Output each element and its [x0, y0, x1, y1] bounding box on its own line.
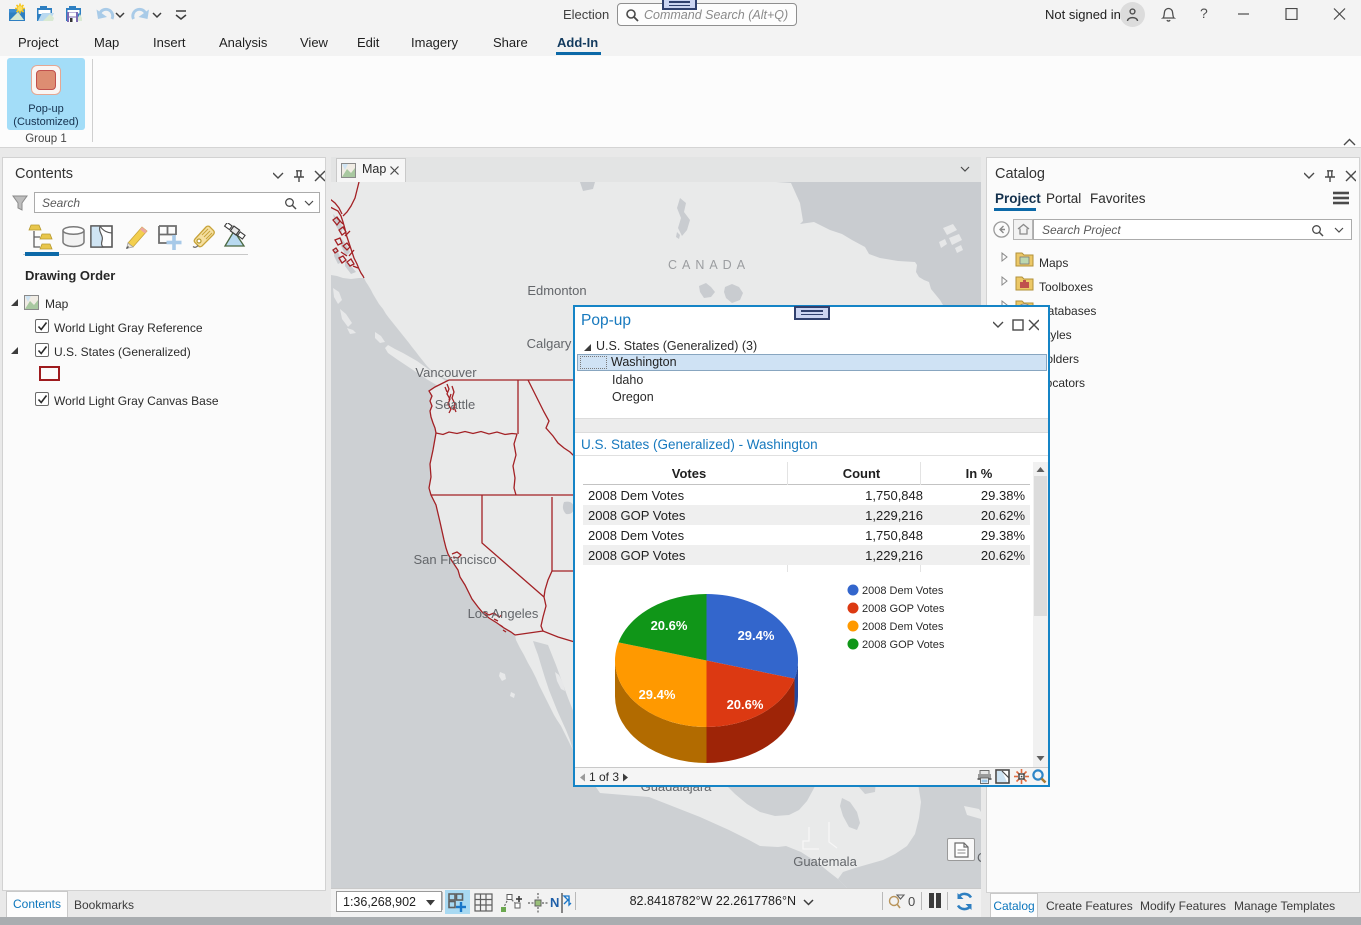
svg-text:CANADA: CANADA — [668, 258, 750, 272]
svg-text:Edmonton: Edmonton — [527, 283, 586, 298]
svg-text:San Francisco: San Francisco — [413, 552, 496, 567]
svg-text:2008 Dem Votes: 2008 Dem Votes — [862, 621, 944, 633]
svg-text:Calgary: Calgary — [527, 336, 572, 351]
svg-text:29.4%: 29.4% — [738, 628, 775, 643]
svg-text:Guatemala: Guatemala — [793, 854, 857, 869]
svg-text:N: N — [550, 895, 559, 910]
svg-text:2008 GOP Votes: 2008 GOP Votes — [862, 639, 945, 651]
svg-text:Seattle: Seattle — [435, 397, 475, 412]
svg-text:2008 Dem Votes: 2008 Dem Votes — [862, 585, 944, 597]
svg-text:29.4%: 29.4% — [639, 687, 676, 702]
svg-text:20.6%: 20.6% — [651, 618, 688, 633]
svg-text:Los Angeles: Los Angeles — [468, 606, 539, 621]
svg-text:20.6%: 20.6% — [727, 697, 764, 712]
svg-text:C: C — [977, 850, 981, 865]
svg-text:2008 GOP Votes: 2008 GOP Votes — [862, 603, 945, 615]
svg-text:Vancouver: Vancouver — [415, 365, 477, 380]
